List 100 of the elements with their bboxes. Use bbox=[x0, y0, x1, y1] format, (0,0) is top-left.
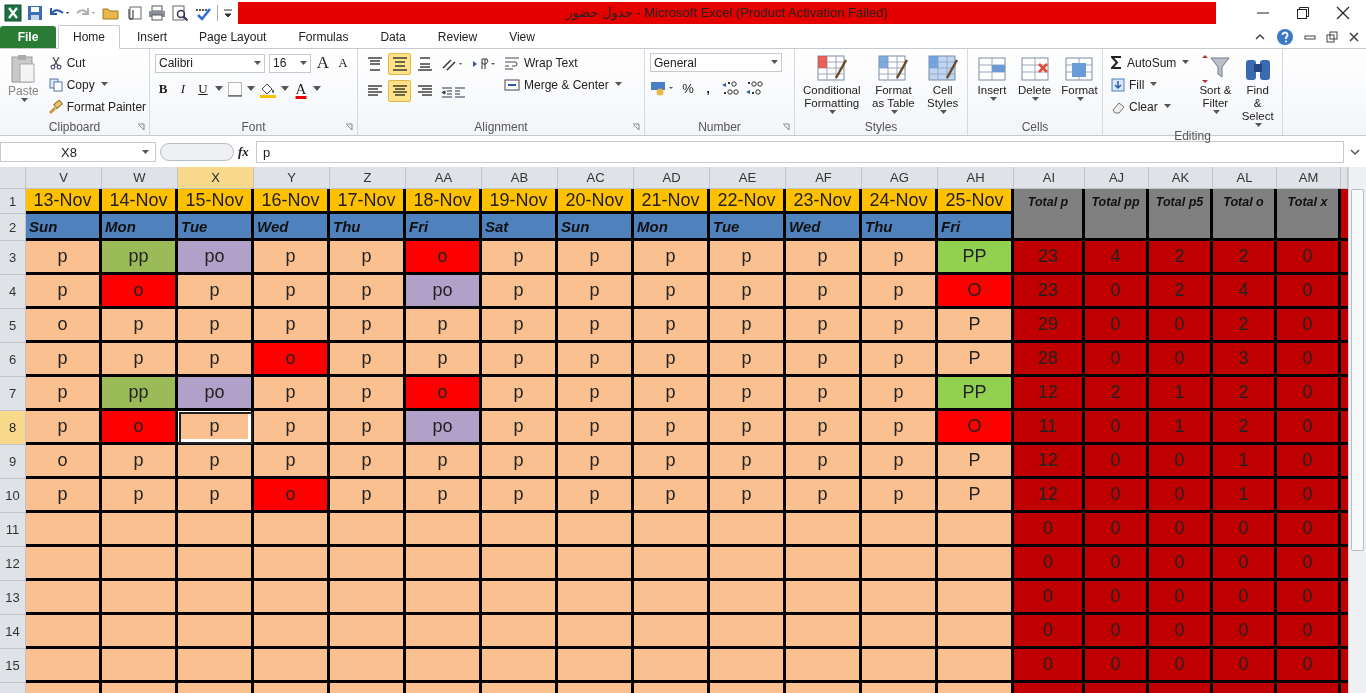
align-button[interactable] bbox=[388, 53, 411, 75]
number-format-field[interactable]: General bbox=[650, 53, 782, 72]
row-header[interactable]: 9 bbox=[0, 445, 26, 479]
grow-font-button[interactable]: A bbox=[315, 53, 331, 73]
dialog-launcher-icon[interactable] bbox=[137, 123, 145, 131]
close-icon[interactable] bbox=[1348, 31, 1360, 43]
column-header[interactable]: W bbox=[102, 167, 178, 189]
borders-icon[interactable] bbox=[227, 81, 243, 97]
styles-button[interactable]: Conditional Formatting bbox=[800, 53, 864, 116]
format-painter-button[interactable]: Format Painter bbox=[45, 97, 150, 116]
column-header[interactable]: AL bbox=[1213, 167, 1277, 189]
find-select-button[interactable]: Find & Select bbox=[1238, 53, 1277, 129]
row-header[interactable]: 7 bbox=[0, 377, 26, 411]
currency-icon[interactable] bbox=[650, 80, 676, 96]
font-color-button[interactable]: A bbox=[293, 79, 309, 99]
dropdown-icon[interactable] bbox=[215, 86, 223, 92]
increase-decimal-icon[interactable] bbox=[720, 80, 740, 96]
ribbon-tab[interactable]: Formulas bbox=[283, 26, 364, 48]
column-header[interactable]: AE bbox=[710, 167, 786, 189]
ribbon-tab[interactable]: Page Layout bbox=[184, 26, 282, 48]
column-header[interactable]: X bbox=[178, 167, 254, 189]
row-header[interactable]: 3 bbox=[0, 241, 26, 275]
cut-button[interactable]: Cut bbox=[45, 53, 150, 72]
fill-button[interactable]: Fill bbox=[1108, 75, 1193, 94]
cells-button[interactable]: Insert bbox=[973, 53, 1011, 103]
sort-filter-button[interactable]: Sort & Filter bbox=[1196, 53, 1235, 116]
row-header[interactable]: 12 bbox=[0, 547, 26, 581]
restore-icon[interactable] bbox=[1296, 5, 1310, 20]
ribbon-tab[interactable]: Home bbox=[58, 25, 120, 49]
table-cell: p bbox=[482, 309, 558, 343]
ribbon-tab[interactable]: View bbox=[494, 26, 550, 48]
column-header[interactable]: AG bbox=[862, 167, 938, 189]
column-header[interactable]: AA bbox=[406, 167, 482, 189]
clear-button[interactable]: Clear bbox=[1108, 97, 1193, 116]
italic-button[interactable]: I bbox=[175, 79, 191, 99]
merge-center-button[interactable]: Merge & Center bbox=[501, 75, 625, 94]
column-header[interactable]: AC bbox=[558, 167, 634, 189]
column-header[interactable]: Y bbox=[254, 167, 330, 189]
row-header[interactable]: 4 bbox=[0, 275, 26, 309]
font-size-field[interactable]: 16 bbox=[269, 53, 311, 73]
cells-button[interactable]: Format bbox=[1058, 53, 1101, 103]
column-header[interactable]: AI bbox=[1014, 167, 1085, 189]
bold-button[interactable]: B bbox=[155, 79, 171, 99]
attachment-icon[interactable] bbox=[125, 4, 143, 21]
column-header[interactable]: AF bbox=[786, 167, 862, 189]
name-box[interactable]: X8 bbox=[0, 142, 156, 162]
printer-icon[interactable] bbox=[148, 4, 166, 21]
align-button[interactable] bbox=[388, 80, 411, 102]
dialog-launcher-icon[interactable] bbox=[632, 123, 640, 131]
help-icon[interactable] bbox=[1276, 28, 1294, 46]
formula-bar-grip[interactable] bbox=[160, 143, 234, 161]
font-name-field[interactable]: Calibri bbox=[155, 53, 265, 73]
column-header[interactable]: AJ bbox=[1085, 167, 1149, 189]
indent-icon[interactable] bbox=[441, 84, 467, 100]
underline-button[interactable]: U bbox=[195, 79, 211, 99]
row-header[interactable]: 8 bbox=[0, 411, 26, 445]
row-header[interactable]: 15 bbox=[0, 649, 26, 683]
row-header[interactable]: 14 bbox=[0, 615, 26, 649]
dropdown-icon[interactable] bbox=[247, 86, 255, 92]
dropdown-icon[interactable] bbox=[281, 86, 289, 92]
row-header[interactable]: 10 bbox=[0, 479, 26, 513]
comma-button[interactable]: , bbox=[700, 78, 716, 98]
shrink-font-button[interactable]: A bbox=[335, 53, 351, 73]
cells-button[interactable]: Delete bbox=[1015, 53, 1055, 103]
table-cell: p bbox=[862, 241, 938, 275]
save-icon[interactable] bbox=[27, 4, 43, 21]
ribbon-tab[interactable]: Data bbox=[365, 26, 421, 48]
row-header[interactable]: 2 bbox=[0, 214, 26, 241]
decrease-decimal-icon[interactable] bbox=[744, 80, 764, 96]
scroll-thumb[interactable] bbox=[1351, 189, 1364, 551]
column-header[interactable]: AK bbox=[1149, 167, 1213, 189]
dialog-launcher-icon[interactable] bbox=[345, 123, 353, 131]
row-header[interactable]: 13 bbox=[0, 581, 26, 615]
styles-button[interactable]: Cell Styles bbox=[923, 53, 962, 116]
row-header[interactable]: 6 bbox=[0, 343, 26, 377]
autosum-button[interactable]: AutoSum bbox=[1108, 53, 1193, 72]
row-header[interactable]: 5 bbox=[0, 309, 26, 343]
column-header[interactable]: V bbox=[26, 167, 102, 189]
column-header[interactable]: AD bbox=[634, 167, 710, 189]
dropdown-icon[interactable] bbox=[313, 86, 321, 92]
column-header[interactable]: Z bbox=[330, 167, 406, 189]
file-tab[interactable]: File bbox=[0, 26, 56, 48]
ribbon-tab[interactable]: Review bbox=[422, 26, 493, 48]
paragraph-direction-icon[interactable] bbox=[471, 56, 497, 72]
styles-button[interactable]: Format as Table bbox=[867, 53, 920, 116]
column-header[interactable]: AB bbox=[482, 167, 558, 189]
print-preview-icon[interactable] bbox=[171, 4, 189, 21]
caret-icon bbox=[829, 110, 837, 115]
insert-function-label[interactable]: fx bbox=[238, 144, 252, 160]
wrap-text-button[interactable]: Wrap Text bbox=[501, 53, 625, 72]
column-header[interactable]: AH bbox=[938, 167, 1014, 189]
row-header[interactable]: 11 bbox=[0, 513, 26, 547]
vertical-scrollbar[interactable] bbox=[1348, 167, 1366, 693]
column-header[interactable]: AM bbox=[1277, 167, 1341, 189]
percent-button[interactable]: % bbox=[680, 78, 696, 98]
ribbon-tab[interactable]: Insert bbox=[122, 26, 183, 48]
copy-button[interactable]: Copy bbox=[45, 75, 150, 94]
dialog-launcher-icon[interactable] bbox=[782, 123, 790, 131]
close-icon[interactable] bbox=[1336, 5, 1350, 20]
row-header[interactable]: 1 bbox=[0, 189, 26, 214]
